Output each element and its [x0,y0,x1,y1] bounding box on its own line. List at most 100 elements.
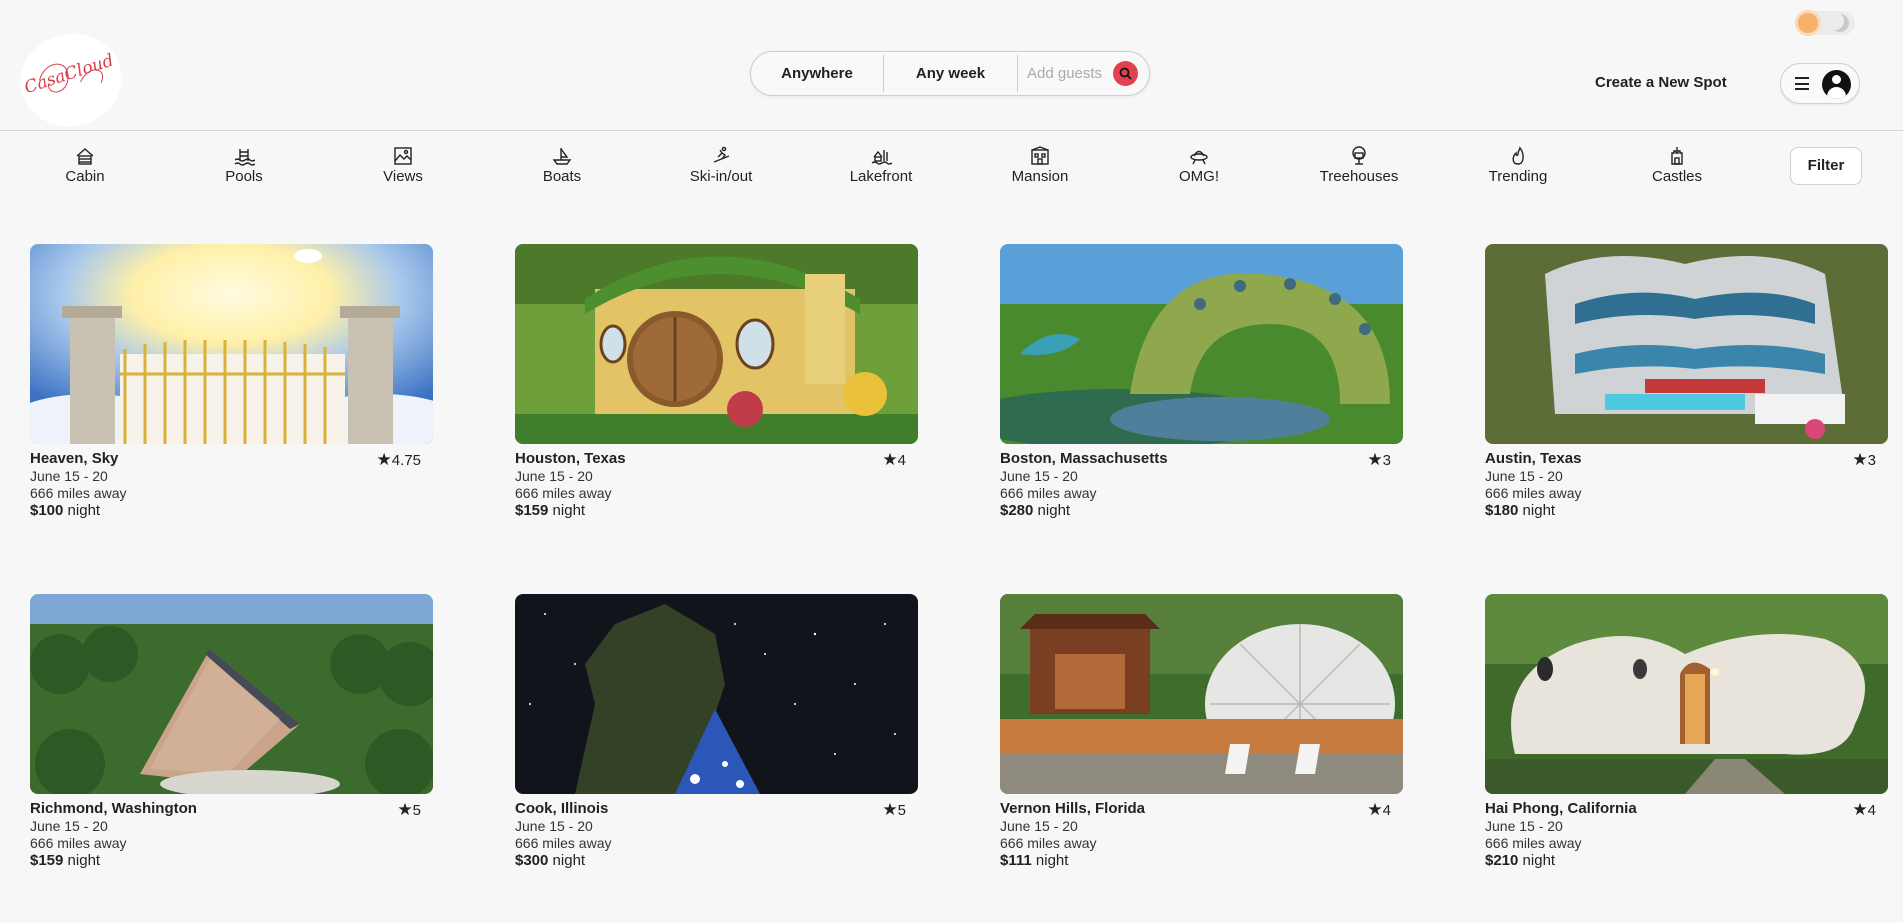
listing-price: $159 night [30,852,100,869]
price-suffix: night [67,502,101,519]
category-label: Castles [1651,168,1703,185]
treehouse-icon [1352,146,1366,165]
listing-image[interactable] [515,594,918,794]
price-value: $280 [1000,502,1034,519]
listing-image[interactable] [1000,594,1403,794]
rating-value: 4 [1382,802,1391,819]
create-spot-link[interactable]: Create a New Spot [1595,74,1727,91]
listing-image[interactable] [1485,244,1888,444]
search-any-week-button[interactable]: Any week [884,52,1017,95]
price-value: $180 [1485,502,1519,519]
category-label: Cabin [65,168,105,185]
listing-rating: ★4 [1852,800,1876,820]
price-suffix: night [1522,852,1556,869]
listing-dates: June 15 - 20 [30,818,108,834]
listing-dates: June 15 - 20 [1000,818,1078,834]
user-menu-button[interactable] [1780,63,1860,104]
listing-photo [1485,594,1888,794]
listing-rating: ★5 [397,800,421,820]
star-icon: ★ [376,450,392,469]
rating-value: 4.75 [391,452,421,469]
category-lakefront[interactable]: Lakefront [821,145,941,185]
listing-distance: 666 miles away [1485,485,1582,501]
price-value: $159 [515,502,549,519]
listing-image[interactable] [515,244,918,444]
price-value: $300 [515,852,549,869]
star-icon: ★ [882,450,898,469]
listing-photo [1000,244,1403,444]
listing-price: $180 night [1485,502,1555,519]
listing-photo [515,244,918,444]
category-ski-in-out[interactable]: Ski-in/out [661,145,781,185]
filter-button[interactable]: Filter [1790,147,1862,185]
category-mansion[interactable]: Mansion [980,145,1100,185]
rating-value: 4 [897,452,906,469]
listing-price: $100 night [30,502,100,519]
price-suffix: night [1035,852,1069,869]
listing-photo [515,594,918,794]
logo[interactable]: CasaCloud [11,24,131,136]
price-value: $111 [1000,852,1032,869]
category-omg[interactable]: OMG! [1139,145,1259,185]
listing-distance: 666 miles away [1000,485,1097,501]
category-pools[interactable]: Pools [184,145,304,185]
listing-location: Houston, Texas [515,450,626,467]
views-icon [394,147,412,165]
listing-distance: 666 miles away [30,485,127,501]
category-boats[interactable]: Boats [502,145,622,185]
listing-location: Boston, Massachusetts [1000,450,1168,467]
rating-value: 4 [1867,802,1876,819]
listing-rating: ★3 [1852,450,1876,470]
listing-distance: 666 miles away [1000,835,1097,851]
category-label: Views [383,168,423,185]
star-icon: ★ [882,800,898,819]
price-suffix: night [552,502,586,519]
listing-image[interactable] [1485,594,1888,794]
rating-value: 5 [897,802,906,819]
listing-distance: 666 miles away [515,485,612,501]
listing-dates: June 15 - 20 [30,468,108,484]
listing-dates: June 15 - 20 [1000,468,1078,484]
category-trending[interactable]: Trending [1458,145,1578,185]
category-cabin[interactable]: Cabin [25,145,145,185]
lakefront-icon [871,150,892,165]
category-label: Boats [542,168,582,185]
price-suffix: night [67,852,101,869]
listing-image[interactable] [1000,244,1403,444]
listing-dates: June 15 - 20 [1485,818,1563,834]
price-suffix: night [1037,502,1071,519]
listing-price: $111 night [1000,852,1068,869]
listing-image[interactable] [30,244,433,444]
rating-value: 5 [412,802,421,819]
category-label: Pools [225,168,263,185]
boat-icon [552,148,572,165]
listing-price: $280 night [1000,502,1070,519]
listing-dates: June 15 - 20 [515,468,593,484]
cabin-icon [76,148,94,165]
star-icon: ★ [1367,800,1383,819]
search-button[interactable] [1113,61,1138,86]
price-value: $159 [30,852,64,869]
search-guests-input[interactable]: Add guests [1027,52,1102,95]
flame-icon [1512,146,1524,165]
star-icon: ★ [397,800,413,819]
ufo-icon [1190,150,1208,165]
search-anywhere-button[interactable]: Anywhere [751,52,883,95]
listing-location: Vernon Hills, Florida [1000,800,1146,817]
category-label: Lakefront [849,168,913,185]
listing-photo [1485,244,1888,444]
mansion-icon [1031,146,1049,165]
category-treehouses[interactable]: Treehouses [1299,145,1419,185]
listing-photo [30,594,433,794]
listing-rating: ★3 [1367,450,1391,470]
pool-icon [234,149,255,166]
listing-rating: ★4.75 [377,450,421,470]
header: CasaCloud Anywhere Any week Add guests C… [0,0,1903,136]
category-views[interactable]: Views [343,145,463,185]
listing-image[interactable] [30,594,433,794]
category-castles[interactable]: Castles [1617,145,1737,185]
category-label: Ski-in/out [689,168,753,185]
castle-icon [1671,147,1683,165]
listing-price: $210 night [1485,852,1555,869]
search-bar[interactable]: Anywhere Any week Add guests [750,51,1150,96]
